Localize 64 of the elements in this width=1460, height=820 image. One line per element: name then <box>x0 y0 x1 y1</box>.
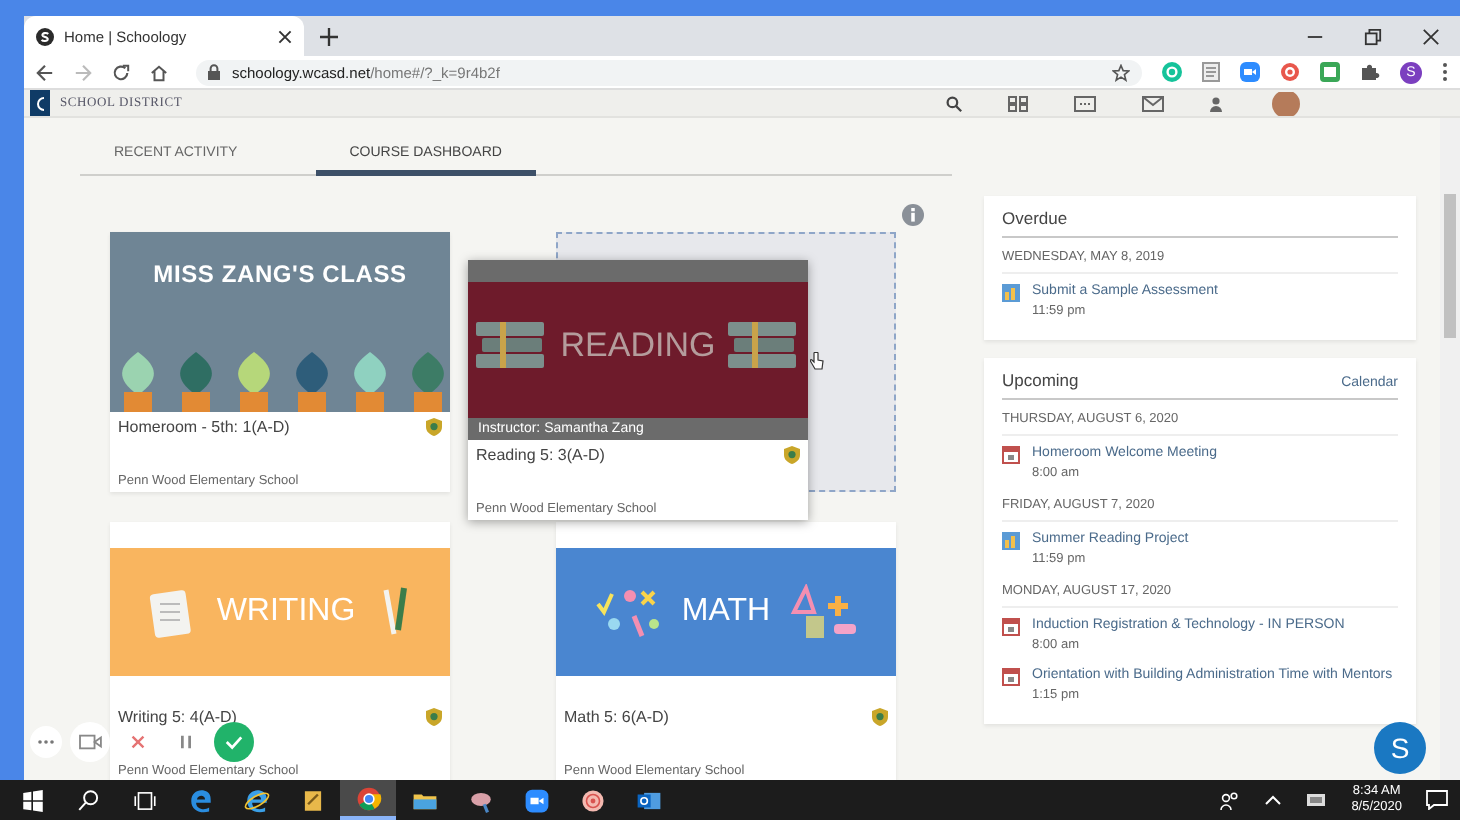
home-icon[interactable] <box>150 63 168 81</box>
envelope-icon[interactable] <box>1142 95 1164 111</box>
edge-icon <box>187 787 213 813</box>
people-icon[interactable] <box>1219 791 1240 809</box>
course-title: Homeroom - 5th: 1(A-D) <box>118 418 290 436</box>
course-title: Math 5: 6(A-D) <box>564 708 669 726</box>
reload-icon[interactable] <box>112 63 130 81</box>
restore-icon[interactable] <box>1364 27 1382 45</box>
shield-icon <box>784 446 800 464</box>
network-icon[interactable] <box>1305 792 1328 808</box>
assignment-icon <box>1002 532 1020 550</box>
calendar-icon <box>1002 446 1020 464</box>
puzzle-icon[interactable] <box>1360 62 1380 82</box>
lock-icon <box>208 64 220 80</box>
math-symbols-drawing <box>593 584 662 640</box>
notepaper-drawing <box>148 586 193 638</box>
search-icon <box>75 787 101 813</box>
star-icon[interactable] <box>1112 63 1130 81</box>
mail-app-icon <box>635 787 661 813</box>
camera-toggle-icon[interactable] <box>70 722 110 762</box>
screen-icon[interactable] <box>1320 62 1340 82</box>
grid-icon[interactable] <box>1008 95 1028 111</box>
globe-e-icon <box>243 787 269 813</box>
chrome-icon <box>355 785 381 811</box>
info-icon[interactable] <box>902 204 924 226</box>
shield-icon <box>426 418 442 436</box>
assignment-icon <box>1002 284 1020 302</box>
pencils-drawing <box>379 586 412 638</box>
course-title: Reading 5: 3(A-D) <box>476 446 605 464</box>
calendar-icon <box>1002 668 1020 686</box>
site-logo-icon <box>36 27 54 45</box>
chat-button[interactable]: S <box>1374 722 1426 774</box>
math-shapes-drawing <box>790 584 859 640</box>
shield-icon <box>426 708 442 726</box>
user-avatar-icon[interactable] <box>1272 91 1300 115</box>
course-title: Writing 5: 4(A-D) <box>118 708 237 726</box>
windows-icon <box>19 787 45 813</box>
close-icon[interactable] <box>278 29 292 43</box>
scrollbar[interactable] <box>1440 118 1460 780</box>
checkmark-icon[interactable] <box>214 722 254 762</box>
panel-title: Overdue <box>1002 208 1068 228</box>
close-icon[interactable] <box>1422 27 1440 45</box>
task-view-icon <box>131 787 157 813</box>
notepad-icon <box>299 787 325 813</box>
banner-title: MISS ZANG'S CLASS <box>153 260 407 288</box>
menu-icon[interactable] <box>1442 62 1448 82</box>
new-tab-icon[interactable] <box>320 27 338 45</box>
calendar-icon <box>1002 618 1020 636</box>
forward-icon <box>74 63 92 81</box>
banner-title: WRITING <box>216 594 356 630</box>
video-camera-icon[interactable] <box>1240 62 1260 82</box>
hand-cursor-icon <box>810 352 824 370</box>
notification-icon[interactable] <box>1426 790 1448 810</box>
banner-title: MATH <box>681 594 771 630</box>
banner-title: READING <box>560 326 716 366</box>
back-icon[interactable] <box>36 63 54 81</box>
shield-icon <box>872 708 888 726</box>
search-icon[interactable] <box>946 95 962 111</box>
video-camera-icon <box>523 787 549 813</box>
caret-icon[interactable] <box>1263 794 1282 806</box>
scroll-thumb[interactable] <box>1444 194 1456 338</box>
target-icon[interactable] <box>1280 62 1300 82</box>
calendar-icon[interactable] <box>1074 95 1096 111</box>
panel-title: Upcoming <box>1002 370 1079 390</box>
